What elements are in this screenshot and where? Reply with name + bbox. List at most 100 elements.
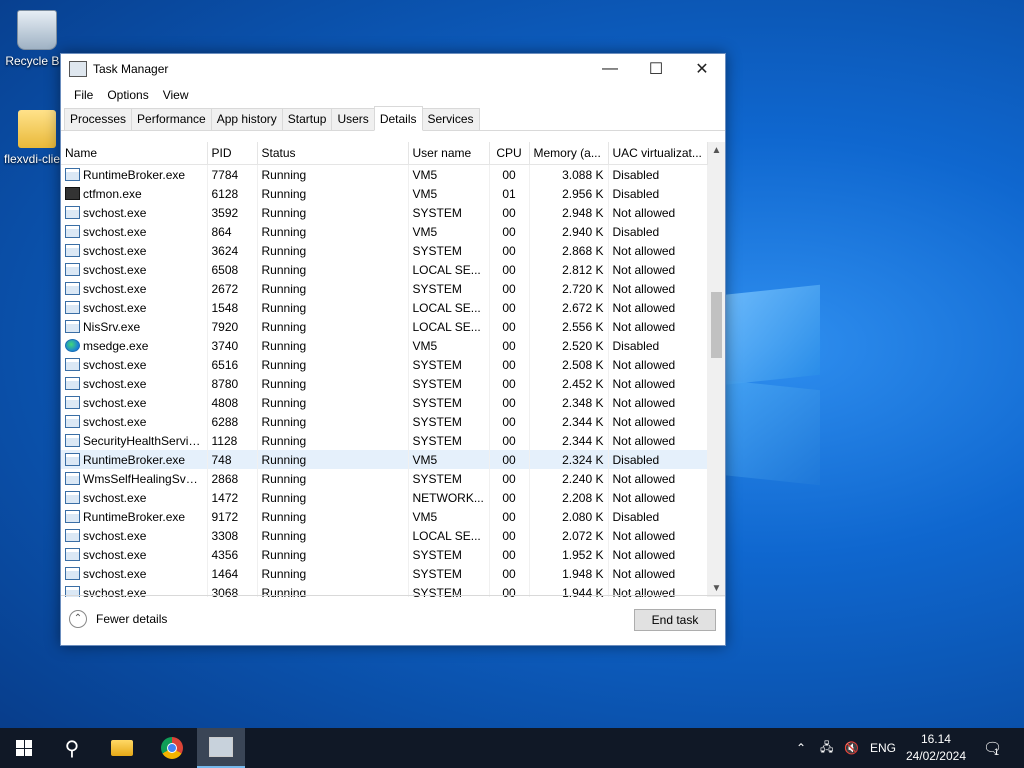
- process-name: svchost.exe: [83, 490, 147, 505]
- table-row[interactable]: svchost.exe 6508 Running LOCAL SE... 00 2.812…: [61, 260, 708, 279]
- network-icon[interactable]: 🖧: [820, 728, 833, 768]
- chrome-icon: [161, 737, 183, 759]
- table-row[interactable]: SecurityHealthServic... 1128 Running SYSTEM…: [61, 431, 708, 450]
- table-row[interactable]: svchost.exe 3624 Running SYSTEM 00 2.868 K Not…: [61, 241, 708, 260]
- vertical-scrollbar[interactable]: ▲ ▼: [708, 142, 725, 597]
- taskbar-task-manager[interactable]: [197, 728, 245, 768]
- cell-memory: 2.344 K: [529, 431, 609, 450]
- table-row[interactable]: RuntimeBroker.exe 9172 Running VM5 00 2.080 K…: [61, 507, 708, 526]
- minimize-button[interactable]: —: [587, 54, 633, 84]
- tab-users[interactable]: Users: [331, 108, 375, 130]
- cell-user-name: VM5: [408, 336, 490, 355]
- show-hidden-icons-button[interactable]: ⌃: [796, 728, 806, 768]
- cell-pid: 3308: [207, 526, 258, 545]
- column-header-user-name[interactable]: User name: [408, 142, 490, 165]
- process-name: msedge.exe: [83, 338, 149, 353]
- maximize-button[interactable]: ☐: [633, 54, 679, 84]
- column-header-pid[interactable]: PID: [207, 142, 258, 165]
- column-header-uac-virtualization[interactable]: UAC virtualizat...: [608, 142, 708, 165]
- cell-user-name: LOCAL SE...: [408, 260, 490, 279]
- tab-processes[interactable]: Processes: [64, 108, 133, 130]
- chevron-up-icon: ⌃: [69, 610, 87, 628]
- table-row[interactable]: NisSrv.exe 7920 Running LOCAL SE... 00 2.556 …: [61, 317, 708, 336]
- end-task-button[interactable]: End task: [634, 609, 716, 631]
- table-row[interactable]: msedge.exe 3740 Running VM5 00 2.520 K Disable…: [61, 336, 708, 355]
- tab-details[interactable]: Details: [373, 106, 423, 131]
- scrollbar-thumb[interactable]: [711, 292, 722, 358]
- scroll-up-arrow-icon[interactable]: ▲: [708, 142, 725, 159]
- cell-pid: 6128: [207, 184, 258, 203]
- cell-cpu: 00: [489, 279, 530, 298]
- table-row[interactable]: svchost.exe 1464 Running SYSTEM 00 1.948 K Not…: [61, 564, 708, 583]
- column-header-cpu[interactable]: CPU: [489, 142, 530, 165]
- column-header-name[interactable]: Name: [61, 142, 208, 165]
- table-row[interactable]: svchost.exe 3308 Running LOCAL SE... 00 2.072…: [61, 526, 708, 545]
- cell-status: Running: [257, 412, 409, 431]
- search-button[interactable]: ⚲: [48, 728, 96, 768]
- cell-status: Running: [257, 279, 409, 298]
- cell-pid: 3624: [207, 241, 258, 260]
- clock[interactable]: 16.14 24/02/2024: [906, 731, 966, 765]
- process-icon: [65, 547, 80, 561]
- cell-uac-virtualization: Disabled: [608, 222, 708, 241]
- process-name: svchost.exe: [83, 395, 147, 410]
- cell-status: Running: [257, 545, 409, 564]
- cell-cpu: 00: [489, 526, 530, 545]
- table-row[interactable]: svchost.exe 6516 Running SYSTEM 00 2.508 K Not…: [61, 355, 708, 374]
- table-row[interactable]: svchost.exe 1472 Running NETWORK... 00 2.208 …: [61, 488, 708, 507]
- menu-options[interactable]: Options: [100, 88, 155, 102]
- cell-name: ctfmon.exe: [61, 184, 208, 203]
- tab-performance[interactable]: Performance: [131, 108, 212, 130]
- start-button[interactable]: [0, 728, 48, 768]
- cell-pid: 9172: [207, 507, 258, 526]
- close-button[interactable]: ✕: [679, 54, 725, 84]
- notification-center-button[interactable]: 🗨 1: [983, 728, 1003, 768]
- table-row[interactable]: svchost.exe 1548 Running LOCAL SE... 00 2.672…: [61, 298, 708, 317]
- cell-name: WmsSelfHealingSvc....: [61, 469, 208, 488]
- menu-file[interactable]: File: [67, 88, 100, 102]
- title-bar[interactable]: Task Manager — ☐ ✕: [61, 54, 725, 84]
- table-row[interactable]: svchost.exe 8780 Running SYSTEM 00 2.452 K Not…: [61, 374, 708, 393]
- table-row[interactable]: RuntimeBroker.exe 7784 Running VM5 00 3.088 K…: [61, 164, 708, 184]
- table-row[interactable]: RuntimeBroker.exe 748 Running VM5 00 2.324 KD…: [61, 450, 708, 469]
- process-name: svchost.exe: [83, 528, 147, 543]
- column-header-status[interactable]: Status: [257, 142, 409, 165]
- cell-uac-virtualization: Not allowed: [608, 393, 708, 412]
- volume-muted-icon[interactable]: 🔇: [844, 728, 859, 768]
- tab-services[interactable]: Services: [421, 108, 480, 130]
- cell-pid: 6508: [207, 260, 258, 279]
- table-row[interactable]: WmsSelfHealingSvc.... 2868 Running SYSTEM 00…: [61, 469, 708, 488]
- cell-name: svchost.exe: [61, 203, 208, 222]
- cell-uac-virtualization: Not allowed: [608, 469, 708, 488]
- language-indicator[interactable]: ENG: [870, 728, 896, 768]
- table-row[interactable]: svchost.exe 864 Running VM5 00 2.940 K Disable…: [61, 222, 708, 241]
- process-icon: [65, 528, 80, 542]
- fewer-details-button[interactable]: ⌃ Fewer details: [69, 610, 167, 628]
- cell-status: Running: [257, 222, 409, 241]
- taskbar-file-explorer[interactable]: [98, 728, 146, 768]
- cell-cpu: 00: [489, 564, 530, 583]
- cell-cpu: 00: [489, 393, 530, 412]
- tab-app-history[interactable]: App history: [210, 108, 283, 130]
- table-row[interactable]: svchost.exe 2672 Running SYSTEM 00 2.720 K Not…: [61, 279, 708, 298]
- task-manager-window: Task Manager — ☐ ✕ File Options View Pro…: [60, 53, 726, 646]
- menu-view[interactable]: View: [156, 88, 196, 102]
- table-row[interactable]: svchost.exe 4356 Running SYSTEM 00 1.952 K Not…: [61, 545, 708, 564]
- table-row[interactable]: svchost.exe 4808 Running SYSTEM 00 2.348 K Not…: [61, 393, 708, 412]
- table-row[interactable]: ctfmon.exe 6128 Running VM5 01 2.956 K Disable…: [61, 184, 708, 203]
- table-row[interactable]: svchost.exe 3592 Running SYSTEM 00 2.948 K Not…: [61, 203, 708, 222]
- cell-memory: 2.812 K: [529, 260, 609, 279]
- table-row[interactable]: svchost.exe 6288 Running SYSTEM 00 2.344 K Not…: [61, 412, 708, 431]
- cell-memory: 2.868 K: [529, 241, 609, 260]
- cell-memory: 2.240 K: [529, 469, 609, 488]
- cell-cpu: 00: [489, 450, 530, 469]
- column-header-memory[interactable]: Memory (a...: [529, 142, 609, 165]
- notification-icon: 🗨: [983, 740, 1003, 757]
- cell-cpu: 00: [489, 374, 530, 393]
- cell-pid: 6288: [207, 412, 258, 431]
- cell-uac-virtualization: Not allowed: [608, 545, 708, 564]
- cell-status: Running: [257, 564, 409, 583]
- tab-startup[interactable]: Startup: [281, 108, 333, 130]
- taskbar-chrome[interactable]: [148, 728, 196, 768]
- process-icon: [65, 433, 80, 447]
